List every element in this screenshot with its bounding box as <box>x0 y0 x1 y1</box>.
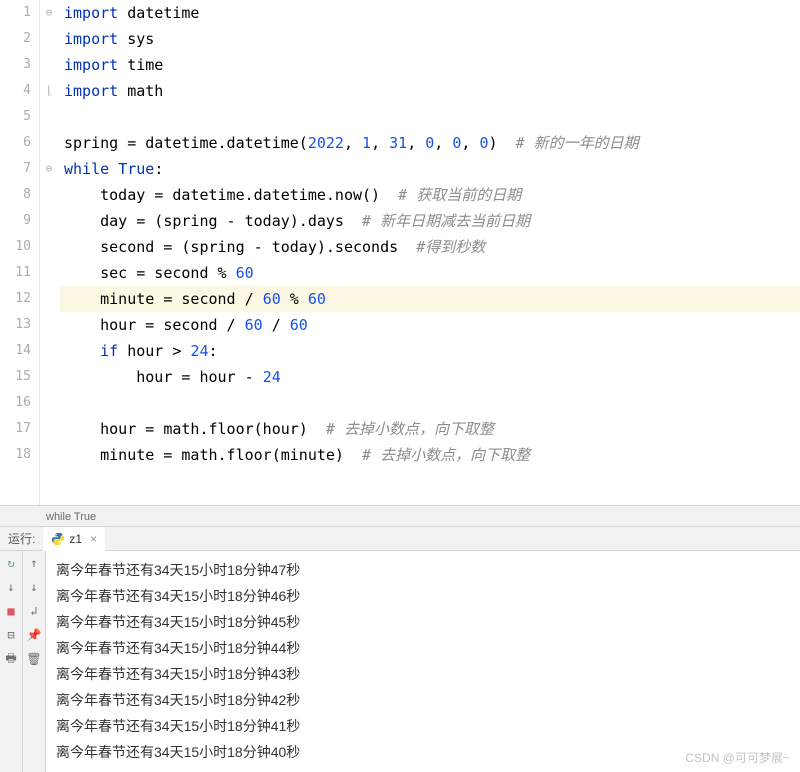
console-toolbar-right: ↑ ↓ ↲ 📌 🗑 <box>23 551 46 772</box>
code-line[interactable]: minute = math.floor(minute) # 去掉小数点，向下取整 <box>60 442 800 468</box>
fold-marker[interactable]: ⊖ <box>40 0 58 26</box>
line-number: 4 <box>0 78 31 104</box>
scroll-up-button[interactable]: ↑ <box>26 555 42 571</box>
breadcrumb[interactable]: while True <box>0 505 800 527</box>
code-line[interactable]: while True: <box>60 156 800 182</box>
console-line: 离今年春节还有34天15小时18分钟42秒 <box>56 687 790 713</box>
trash-button[interactable]: 🗑 <box>26 651 42 667</box>
line-number: 6 <box>0 130 31 156</box>
fold-marker[interactable]: ⊖ <box>40 156 58 182</box>
code-line[interactable]: hour = math.floor(hour) # 去掉小数点，向下取整 <box>60 416 800 442</box>
console-line: 离今年春节还有34天15小时18分钟41秒 <box>56 713 790 739</box>
code-line[interactable]: if hour > 24: <box>60 338 800 364</box>
line-number-gutter: 123456789101112131415161718 <box>0 0 40 505</box>
run-toolbar: 运行: z1 × <box>0 527 800 551</box>
fold-marker <box>40 130 58 156</box>
fold-marker <box>40 442 58 468</box>
code-area[interactable]: import datetimeimport sysimport timeimpo… <box>58 0 800 505</box>
run-tab-name: z1 <box>69 532 82 546</box>
code-line[interactable] <box>60 390 800 416</box>
close-icon[interactable]: × <box>90 532 97 546</box>
fold-marker <box>40 338 58 364</box>
fold-marker <box>40 26 58 52</box>
code-line[interactable]: minute = second / 60 % 60 <box>60 286 800 312</box>
print-button[interactable]: 🖶 <box>3 651 19 667</box>
console-line: 离今年春节还有34天15小时18分钟44秒 <box>56 635 790 661</box>
fold-marker <box>40 364 58 390</box>
console-line: 离今年春节还有34天15小时18分钟43秒 <box>56 661 790 687</box>
fold-marker <box>40 208 58 234</box>
console-output[interactable]: 离今年春节还有34天15小时18分钟47秒离今年春节还有34天15小时18分钟4… <box>46 551 800 772</box>
code-line[interactable]: sec = second % 60 <box>60 260 800 286</box>
console-line: 离今年春节还有34天15小时18分钟46秒 <box>56 583 790 609</box>
line-number: 17 <box>0 416 31 442</box>
fold-marker <box>40 260 58 286</box>
code-editor[interactable]: 123456789101112131415161718 ⊖⌊⊖ import d… <box>0 0 800 505</box>
line-number: 9 <box>0 208 31 234</box>
code-line[interactable]: import sys <box>60 26 800 52</box>
layout-button[interactable]: ⊟ <box>3 627 19 643</box>
scroll-down-button[interactable]: ↓ <box>26 579 42 595</box>
breadcrumb-text: while True <box>46 511 96 523</box>
line-number: 15 <box>0 364 31 390</box>
line-number: 3 <box>0 52 31 78</box>
fold-marker <box>40 104 58 130</box>
fold-marker <box>40 416 58 442</box>
fold-marker <box>40 312 58 338</box>
console-toolbar-left: ↻ ↓ ■ ⊟ 🖶 <box>0 551 23 772</box>
fold-marker[interactable]: ⌊ <box>40 78 58 104</box>
line-number: 1 <box>0 0 31 26</box>
fold-marker <box>40 390 58 416</box>
line-number: 13 <box>0 312 31 338</box>
stop-button[interactable]: ■ <box>3 603 19 619</box>
fold-gutter[interactable]: ⊖ ⌊ ⊖ <box>40 0 58 505</box>
code-line[interactable]: day = (spring - today).days # 新年日期减去当前日期 <box>60 208 800 234</box>
line-number: 10 <box>0 234 31 260</box>
code-line[interactable]: import math <box>60 78 800 104</box>
console-line: 离今年春节还有34天15小时18分钟47秒 <box>56 557 790 583</box>
console-panel: ↻ ↓ ■ ⊟ 🖶 ↑ ↓ ↲ 📌 🗑 离今年春节还有34天15小时18分钟47… <box>0 551 800 772</box>
line-number: 18 <box>0 442 31 468</box>
code-line[interactable]: import time <box>60 52 800 78</box>
line-number: 2 <box>0 26 31 52</box>
line-number: 14 <box>0 338 31 364</box>
line-number: 11 <box>0 260 31 286</box>
fold-marker <box>40 286 58 312</box>
code-line[interactable]: today = datetime.datetime.now() # 获取当前的日… <box>60 182 800 208</box>
code-line[interactable]: hour = second / 60 / 60 <box>60 312 800 338</box>
fold-marker <box>40 52 58 78</box>
line-number: 8 <box>0 182 31 208</box>
code-line[interactable]: spring = datetime.datetime(2022, 1, 31, … <box>60 130 800 156</box>
code-line[interactable] <box>60 104 800 130</box>
wrap-button[interactable]: ↲ <box>26 603 42 619</box>
watermark: CSDN @可可梦展~ <box>685 749 790 766</box>
run-label: 运行: <box>0 530 43 547</box>
code-line[interactable]: second = (spring - today).seconds #得到秒数 <box>60 234 800 260</box>
pin-button[interactable]: 📌 <box>26 627 42 643</box>
code-line[interactable]: hour = hour - 24 <box>60 364 800 390</box>
fold-marker <box>40 234 58 260</box>
console-line: 离今年春节还有34天15小时18分钟45秒 <box>56 609 790 635</box>
fold-marker <box>40 182 58 208</box>
line-number: 12 <box>0 286 31 312</box>
line-number: 16 <box>0 390 31 416</box>
run-tab[interactable]: z1 × <box>43 527 105 551</box>
rerun-button[interactable]: ↻ <box>3 555 19 571</box>
down-button[interactable]: ↓ <box>3 579 19 595</box>
line-number: 7 <box>0 156 31 182</box>
line-number: 5 <box>0 104 31 130</box>
console-line: 离今年春节还有34天15小时18分钟40秒 <box>56 739 790 765</box>
code-line[interactable]: import datetime <box>60 0 800 26</box>
python-icon <box>51 532 65 546</box>
